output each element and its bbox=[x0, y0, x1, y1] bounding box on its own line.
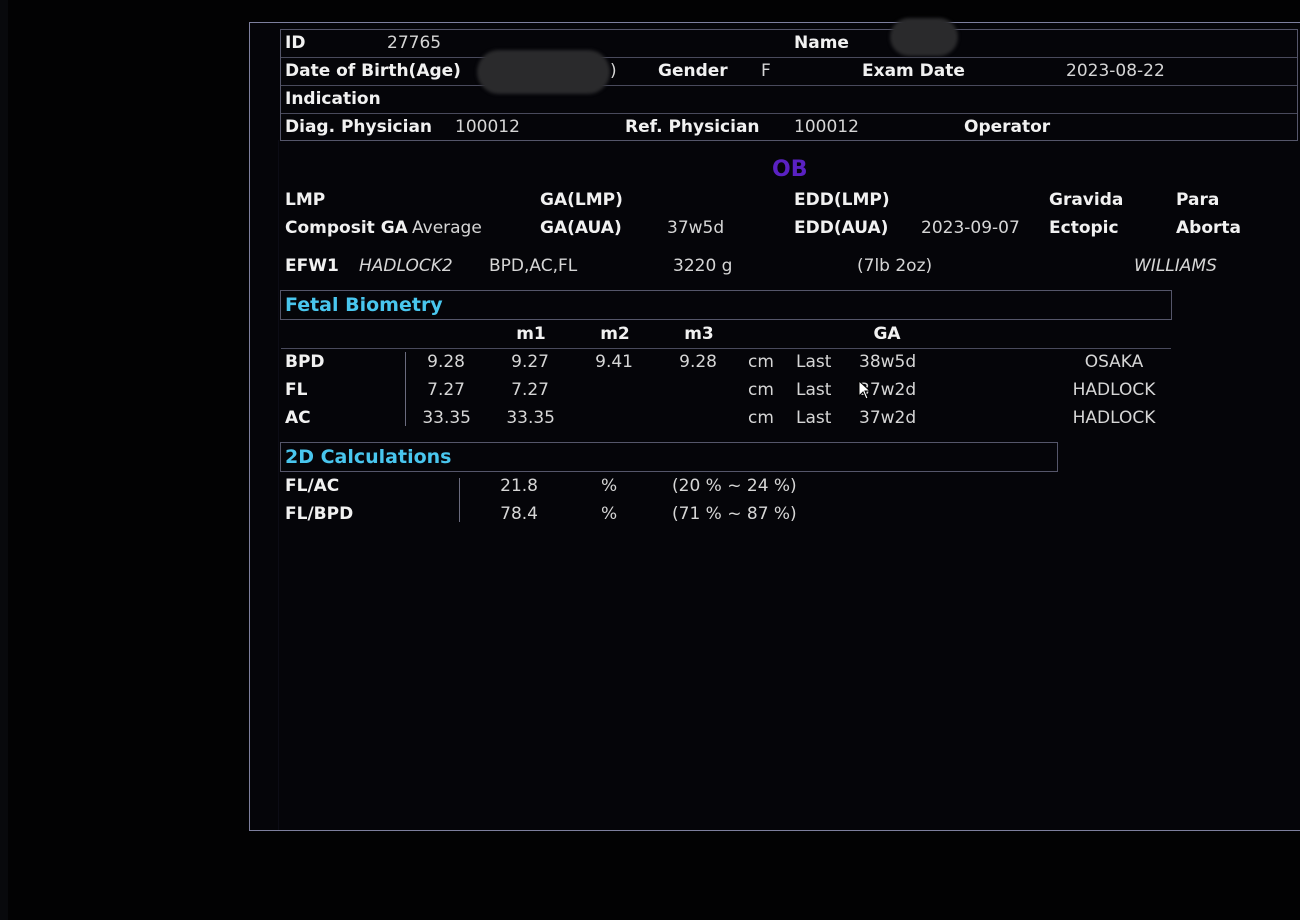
para-label: Para bbox=[1176, 190, 1220, 210]
biometry-header-divider bbox=[281, 348, 1171, 349]
ob-title: OB bbox=[772, 157, 808, 182]
diag-physician-label: Diag. Physician bbox=[285, 117, 433, 137]
biometry-row-name: AC bbox=[285, 408, 311, 428]
dob-label: Date of Birth(Age) bbox=[285, 61, 461, 81]
redacted-name bbox=[890, 18, 958, 56]
calc-row-name: FL/BPD bbox=[285, 504, 354, 524]
ga-aua-value: 37w5d bbox=[667, 218, 725, 238]
calc-row-range: (20 % ~ 24 %) bbox=[672, 476, 797, 496]
biometry-header-m1: m1 bbox=[516, 324, 546, 344]
biometry-row-unit: cm bbox=[748, 380, 774, 400]
efw-method: HADLOCK2 bbox=[359, 256, 453, 276]
gender-label: Gender bbox=[658, 61, 728, 81]
screen-left-edge bbox=[0, 0, 8, 920]
efw-label: EFW1 bbox=[285, 256, 339, 276]
efw-params: BPD,AC,FL bbox=[489, 256, 578, 276]
edd-aua-label: EDD(AUA) bbox=[794, 218, 889, 238]
ref-physician-value: 100012 bbox=[794, 117, 859, 137]
name-label: Name bbox=[794, 33, 849, 53]
calc-row-value: 78.4 bbox=[500, 504, 538, 524]
report-inner-edge bbox=[278, 140, 279, 830]
diag-physician-value: 100012 bbox=[455, 117, 520, 137]
edd-aua-value: 2023-09-07 bbox=[921, 218, 1020, 238]
biometry-row-author: HADLOCK bbox=[1072, 380, 1156, 400]
biometry-row-m1: 9.27 bbox=[511, 352, 549, 372]
biometry-row-avg: 7.27 bbox=[427, 380, 465, 400]
biometry-row-method: Last bbox=[796, 408, 832, 428]
biometry-row-m1: 7.27 bbox=[511, 380, 549, 400]
biometry-row-method: Last bbox=[796, 380, 832, 400]
efw-imperial: (7lb 2oz) bbox=[857, 256, 933, 276]
calc-row-unit: % bbox=[601, 504, 618, 524]
id-value: 27765 bbox=[387, 33, 442, 53]
redacted-dob bbox=[477, 50, 610, 94]
efw-reference: WILLIAMS bbox=[1134, 256, 1217, 276]
biometry-row-avg: 33.35 bbox=[422, 408, 471, 428]
efw-value: 3220 g bbox=[673, 256, 733, 276]
composit-ga-value: Average bbox=[412, 218, 482, 238]
calculations-column-separator bbox=[459, 478, 460, 522]
header-divider-2 bbox=[281, 85, 1297, 86]
biometry-row-method: Last bbox=[796, 352, 832, 372]
biometry-row-ga: 37w2d bbox=[859, 408, 917, 428]
gravida-label: Gravida bbox=[1049, 190, 1124, 210]
operator-label: Operator bbox=[964, 117, 1051, 137]
calc-row-value: 21.8 bbox=[500, 476, 538, 496]
biometry-row-unit: cm bbox=[748, 408, 774, 428]
composit-ga-label: Composit GA bbox=[285, 218, 408, 238]
biometry-row-m3: 9.28 bbox=[679, 352, 717, 372]
biometry-row-avg: 9.28 bbox=[427, 352, 465, 372]
biometry-row-ga: 38w5d bbox=[859, 352, 917, 372]
indication-label: Indication bbox=[285, 89, 381, 109]
dob-tail: ) bbox=[610, 61, 617, 81]
gender-value: F bbox=[761, 61, 771, 81]
ectopic-label: Ectopic bbox=[1049, 218, 1119, 238]
header-divider-3 bbox=[281, 113, 1297, 114]
biometry-row-name: BPD bbox=[285, 352, 325, 372]
biometry-row-author: HADLOCK bbox=[1072, 408, 1156, 428]
lmp-label: LMP bbox=[285, 190, 326, 210]
id-label: ID bbox=[285, 33, 306, 53]
calc-row-range: (71 % ~ 87 %) bbox=[672, 504, 797, 524]
header-divider-1 bbox=[281, 57, 1297, 58]
biometry-row-m1: 33.35 bbox=[506, 408, 555, 428]
biometry-header-ga: GA bbox=[873, 324, 901, 344]
fetal-biometry-title: Fetal Biometry bbox=[285, 294, 443, 316]
biometry-row-m2: 9.41 bbox=[595, 352, 633, 372]
ga-lmp-label: GA(LMP) bbox=[540, 190, 623, 210]
biometry-header-m2: m2 bbox=[600, 324, 630, 344]
calc-row-unit: % bbox=[601, 476, 618, 496]
biometry-row-author: OSAKA bbox=[1084, 352, 1144, 372]
exam-date-label: Exam Date bbox=[862, 61, 965, 81]
calc-row-name: FL/AC bbox=[285, 476, 340, 496]
biometry-row-unit: cm bbox=[748, 352, 774, 372]
ref-physician-label: Ref. Physician bbox=[625, 117, 760, 137]
ga-aua-label: GA(AUA) bbox=[540, 218, 622, 238]
calculations-title: 2D Calculations bbox=[285, 446, 452, 468]
biometry-row-name: FL bbox=[285, 380, 308, 400]
mouse-pointer-icon bbox=[858, 380, 872, 400]
biometry-header-m3: m3 bbox=[684, 324, 714, 344]
edd-lmp-label: EDD(LMP) bbox=[794, 190, 890, 210]
aborta-label: Aborta bbox=[1176, 218, 1241, 238]
exam-date-value: 2023-08-22 bbox=[1066, 61, 1165, 81]
